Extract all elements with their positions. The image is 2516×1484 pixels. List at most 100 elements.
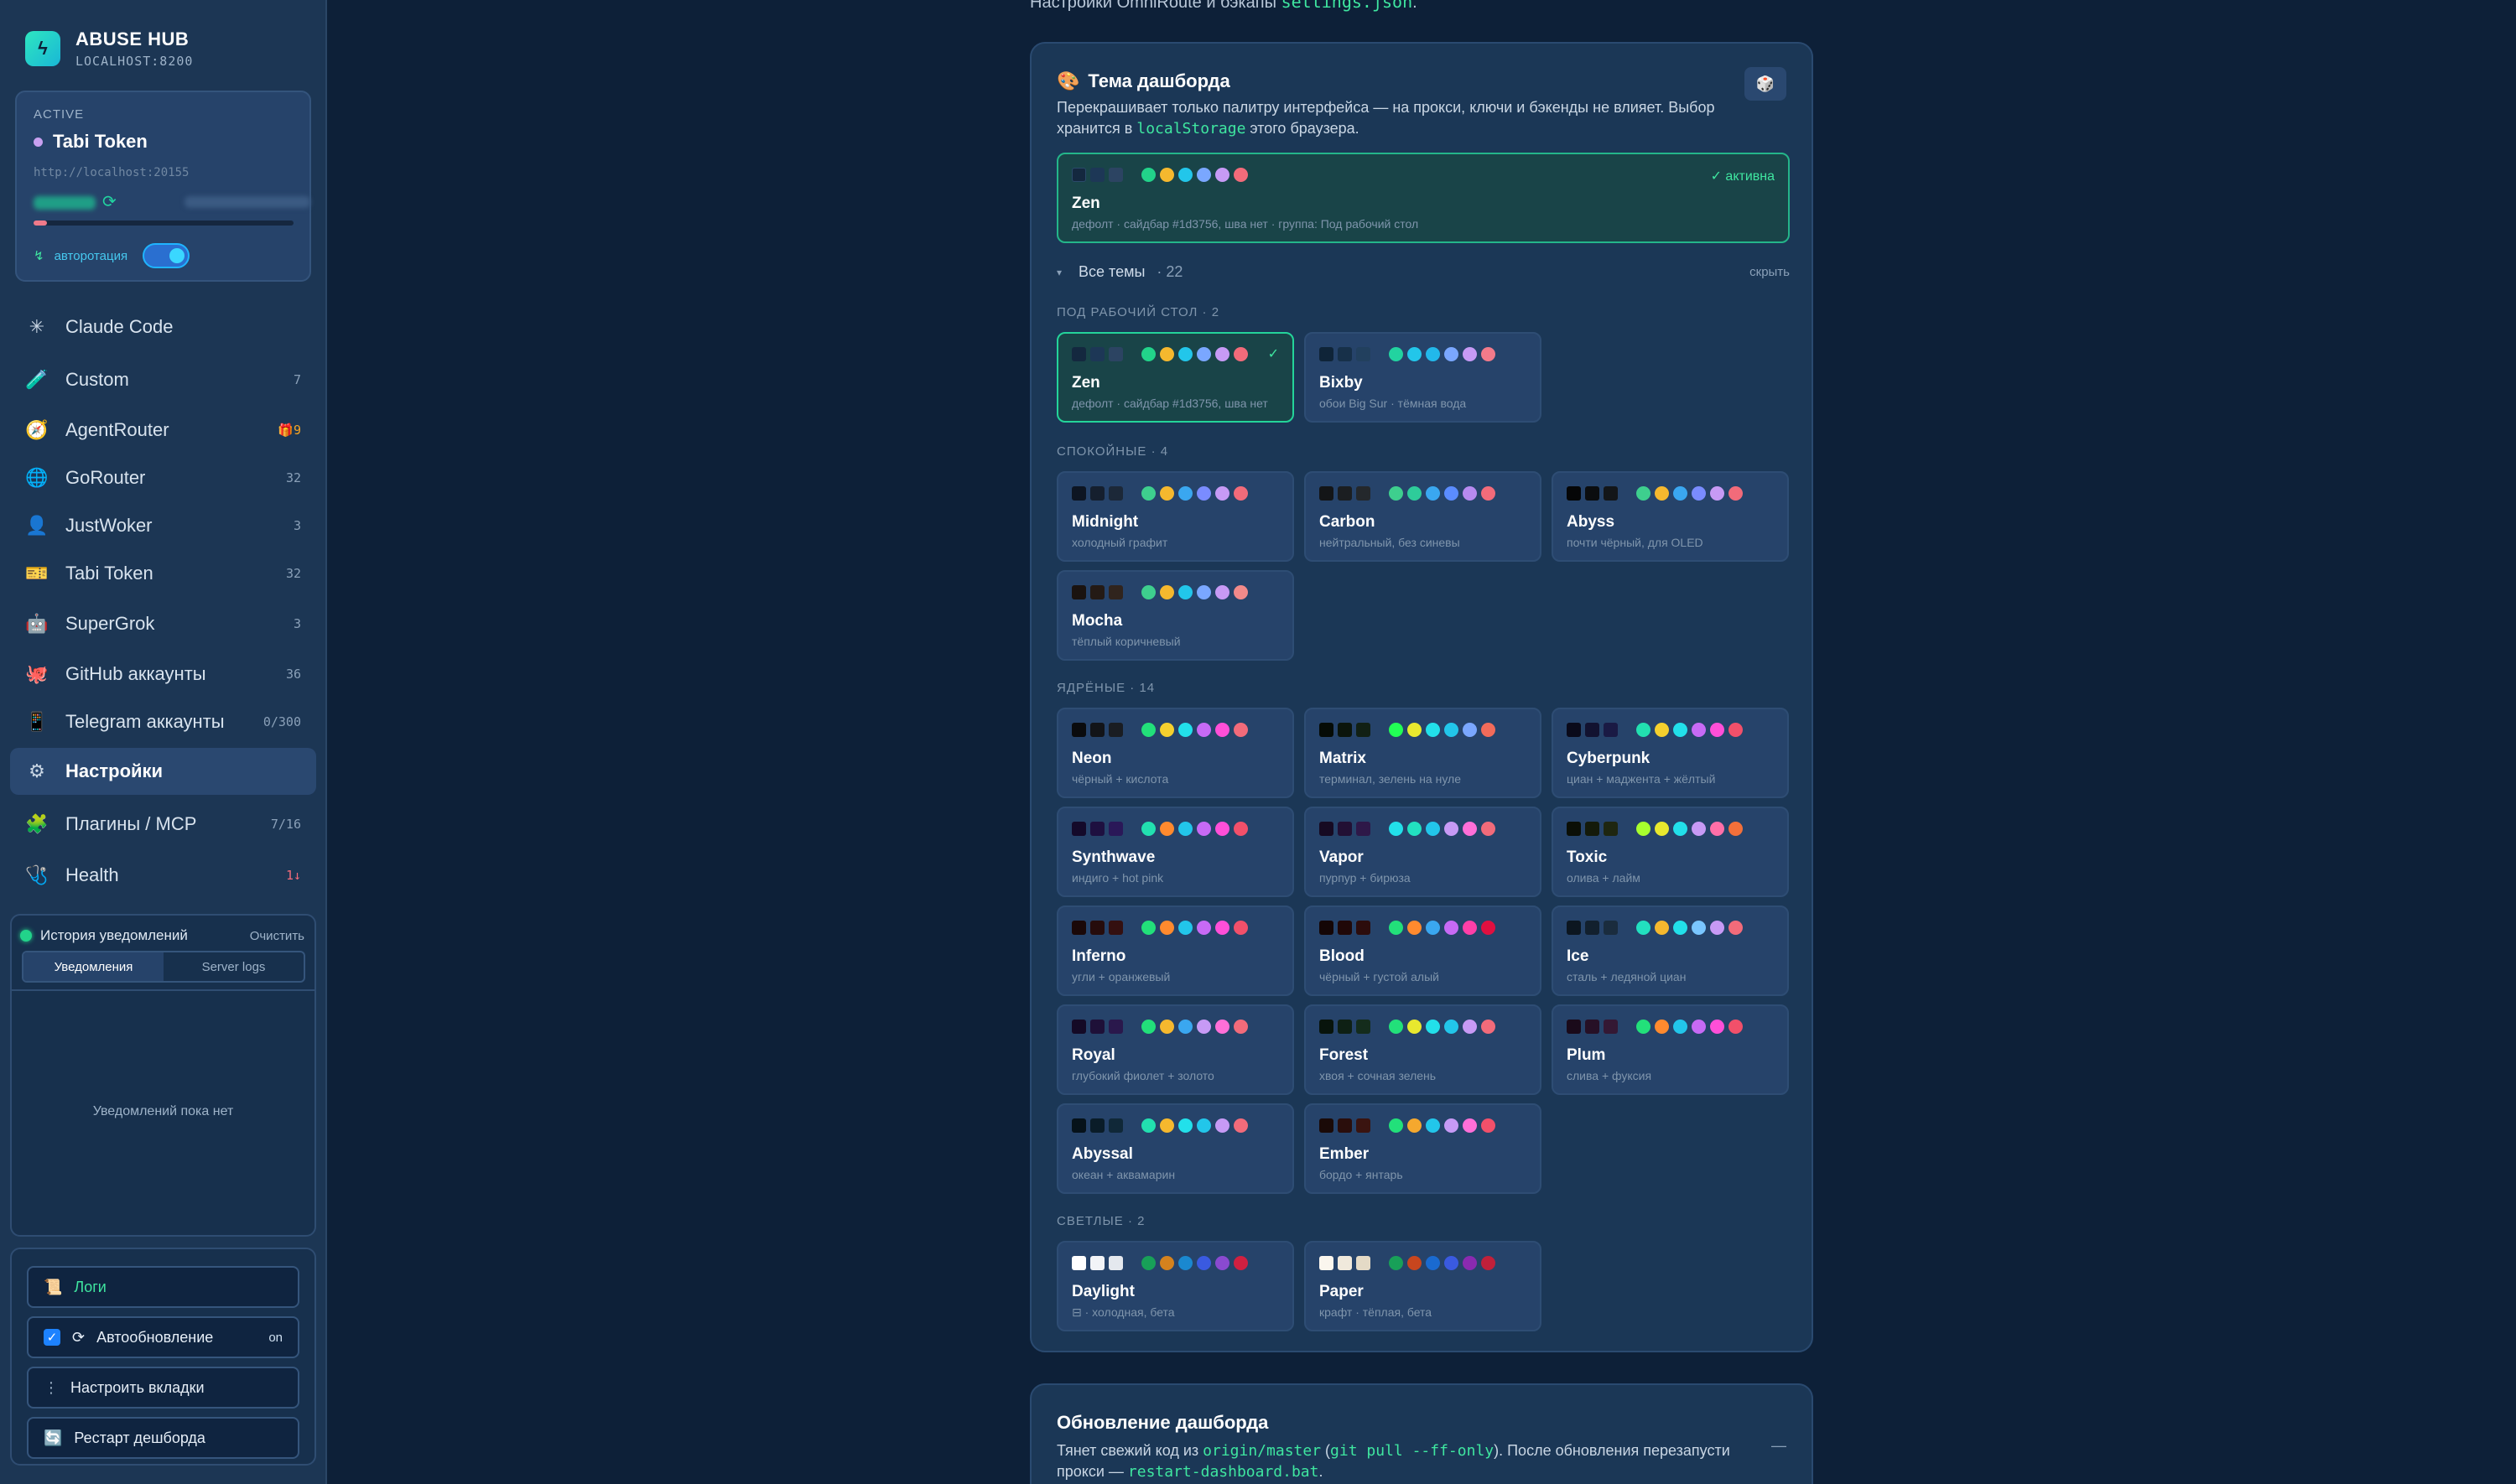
hide-button[interactable]: скрыть: [1749, 265, 1790, 279]
restart-dashboard-button[interactable]: 🔄 Рестарт дешборда: [27, 1417, 299, 1459]
phone-icon: 📱: [25, 711, 49, 732]
configure-tabs-button[interactable]: ⋮ Настроить вкладки: [27, 1367, 299, 1409]
nav-item-agentrouter[interactable]: 🧭 AgentRouter 🎁9: [10, 407, 316, 454]
nav-count: 36: [285, 667, 301, 682]
autoupdate-label: Автообновление: [96, 1328, 214, 1346]
all-themes-label: Все темы: [1079, 263, 1146, 280]
autoupdate-checkbox[interactable]: ✓: [44, 1329, 60, 1346]
nav-item-plugins-mcp[interactable]: 🧩 Плагины / MCP 7/16: [10, 801, 316, 848]
theme-card-ember[interactable]: Ember бордо + янтарь: [1304, 1103, 1541, 1194]
theme-card-carbon[interactable]: Carbon нейтральный, без синевы: [1304, 471, 1541, 562]
octopus-icon: 🐙: [25, 663, 49, 684]
nav-label: Настройки: [65, 760, 164, 781]
theme-card-neon[interactable]: Neon чёрный + кислота: [1057, 708, 1294, 798]
active-account-name: Tabi Token: [53, 131, 148, 152]
autorotation-toggle[interactable]: [143, 243, 190, 268]
all-themes-toggle[interactable]: ▾ Все темы · 22 скрыть: [1057, 263, 1790, 281]
update-panel-title: Обновление дашборда: [1057, 1412, 1269, 1433]
panel-title: Тема дашборда: [1088, 70, 1230, 91]
collapse-button[interactable]: —: [1771, 1437, 1786, 1455]
nav-item-github-accounts[interactable]: 🐙 GitHub аккаунты 36: [10, 651, 316, 698]
redacted-info: [185, 196, 310, 208]
theme-card-abyss[interactable]: Abyss почти чёрный, для OLED: [1552, 471, 1789, 562]
theme-card-bixby[interactable]: Bixby обои Big Sur · тёмная вода: [1304, 332, 1541, 423]
nav-item-tabi-token[interactable]: 🎫 Tabi Token 32: [10, 550, 316, 597]
nav-label: Tabi Token: [65, 563, 153, 584]
theme-card-mocha[interactable]: Mocha тёплый коричневый: [1057, 570, 1294, 661]
asterisk-icon: ✳: [29, 316, 45, 337]
notification-title: История уведомлений: [40, 927, 188, 943]
nav-item-health[interactable]: 🩺 Health 1↓: [10, 852, 316, 899]
palette-icon: 🎨: [1057, 70, 1080, 91]
configure-tabs-label: Настроить вкладки: [70, 1378, 205, 1396]
refresh-icon[interactable]: ⟳: [102, 191, 117, 212]
user-icon: 👤: [25, 515, 49, 536]
scroll-icon: 📜: [44, 1278, 63, 1295]
nav-label: Claude Code: [65, 316, 174, 337]
clear-button[interactable]: Очистить: [250, 929, 304, 943]
puzzle-icon: 🧩: [25, 813, 49, 834]
nav-item-claude-code[interactable]: ✳ Claude Code: [10, 304, 316, 350]
refresh-icon: ⟳: [72, 1328, 86, 1346]
theme-card-toxic[interactable]: Toxic олива + лайм: [1552, 807, 1789, 897]
theme-desc: дефолт · сайдбар #1d3756, шва нет · груп…: [1072, 217, 1419, 231]
drag-handle-icon: ⋮: [44, 1378, 59, 1396]
theme-card-vapor[interactable]: Vapor пурпур + бирюза: [1304, 807, 1541, 897]
brand[interactable]: ϟ ABUSE HUB LOCALHOST:8200: [25, 29, 193, 69]
theme-card-daylight[interactable]: Daylight ⊟ · холодная, бета: [1057, 1241, 1294, 1331]
autoupdate-toggle[interactable]: ✓ ⟳ Автообновление on: [27, 1316, 299, 1358]
nav-item-telegram-accounts[interactable]: 📱 Telegram аккаунты 0/300: [10, 698, 316, 745]
caret-down-icon: ▾: [1057, 266, 1063, 278]
group-title-bold: ЯДРЁНЫЕ · 14: [1057, 681, 1156, 695]
brand-title: ABUSE HUB: [75, 29, 190, 49]
theme-card-matrix[interactable]: Matrix терминал, зелень на нуле: [1304, 708, 1541, 798]
nav-count: 32: [285, 470, 301, 485]
nav-count: 7: [293, 372, 301, 387]
tab-notifications[interactable]: Уведомления: [23, 952, 164, 981]
theme-card-cyberpunk[interactable]: Cyberpunk циан + маджента + жёлтый: [1552, 708, 1789, 798]
nav-label: Health: [65, 864, 119, 885]
nav-count: 0/300: [263, 714, 301, 729]
theme-card-zen[interactable]: ✓ Zen дефолт · сайдбар #1d3756, шва нет: [1057, 332, 1294, 423]
theme-panel: 🎨 Тема дашборда Перекрашивает только пал…: [1030, 42, 1813, 1352]
theme-card-plum[interactable]: Plum слива + фуксия: [1552, 1004, 1789, 1095]
nav-item-settings[interactable]: ⚙ Настройки: [10, 748, 316, 795]
autorotation-label: авторотация: [54, 248, 128, 263]
nav-item-custom[interactable]: 🧪 Custom 7: [10, 356, 316, 403]
logs-label: Логи: [74, 1278, 107, 1295]
notification-tabs: Уведомления Server logs: [22, 951, 305, 983]
theme-card-abyssal[interactable]: Abyssal океан + аквамарин: [1057, 1103, 1294, 1194]
nav-label: Плагины / MCP: [65, 813, 197, 834]
theme-card-midnight[interactable]: Midnight холодный графит: [1057, 471, 1294, 562]
nav-item-justwoker[interactable]: 👤 JustWoker 3: [10, 502, 316, 549]
sidebar: ϟ ABUSE HUB LOCALHOST:8200 ACTIVE Tabi T…: [0, 0, 327, 1484]
logs-button[interactable]: 📜 Логи: [27, 1266, 299, 1308]
nav-label: AgentRouter: [65, 419, 169, 440]
theme-card-ice[interactable]: Ice сталь + ледяной циан: [1552, 905, 1789, 996]
nav-item-gorouter[interactable]: 🌐 GoRouter 32: [10, 454, 316, 501]
nav-label: JustWoker: [65, 515, 153, 536]
theme-card-synthwave[interactable]: Synthwave индиго + hot pink: [1057, 807, 1294, 897]
sidebar-actions: 📜 Логи ✓ ⟳ Автообновление on ⋮ Настроить…: [10, 1248, 316, 1466]
all-themes-count: · 22: [1157, 263, 1183, 280]
group-title-calm: СПОКОЙНЫЕ · 4: [1057, 444, 1169, 459]
test-tube-icon: 🧪: [25, 369, 49, 390]
nav-label: GitHub аккаунты: [65, 663, 206, 684]
stethoscope-icon: 🩺: [25, 864, 49, 885]
robot-icon: 🤖: [25, 613, 49, 634]
nav-item-supergrok[interactable]: 🤖 SuperGrok 3: [10, 600, 316, 647]
theme-card-paper[interactable]: Paper крафт · тёплая, бета: [1304, 1241, 1541, 1331]
nav-count: 🎁9: [278, 423, 301, 438]
theme-card-blood[interactable]: Blood чёрный + густой алый: [1304, 905, 1541, 996]
tab-server-logs[interactable]: Server logs: [164, 952, 304, 981]
theme-card-forest[interactable]: Forest хвоя + сочная зелень: [1304, 1004, 1541, 1095]
active-theme-card[interactable]: ✓ активна Zen дефолт · сайдбар #1d3756, …: [1057, 153, 1790, 243]
redacted-balance: [34, 196, 96, 210]
nav-count: 7/16: [270, 817, 301, 832]
check-icon: ✓: [1267, 347, 1279, 361]
theme-card-inferno[interactable]: Inferno угли + оранжевый: [1057, 905, 1294, 996]
random-theme-button[interactable]: 🎲: [1744, 67, 1786, 101]
group-title-desktop: ПОД РАБОЧИЙ СТОЛ · 2: [1057, 305, 1220, 319]
theme-card-royal[interactable]: Royal глубокий фиолет + золото: [1057, 1004, 1294, 1095]
active-account-card[interactable]: ACTIVE Tabi Token http://localhost:20155…: [15, 91, 311, 282]
